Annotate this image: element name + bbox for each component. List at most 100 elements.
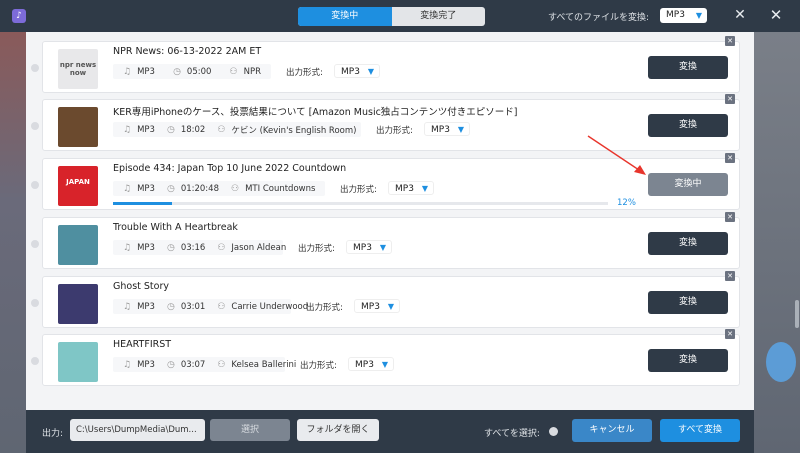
item-artist: MTI Countdowns <box>245 183 316 194</box>
item-select-radio[interactable] <box>31 357 39 365</box>
progress-percent: 12% <box>617 198 636 208</box>
item-title: Trouble With A Heartbreak <box>113 222 238 233</box>
item-format: MP3 <box>137 359 155 370</box>
convert-all-format-value: MP3 <box>666 10 685 20</box>
item-format: MP3 <box>137 242 155 253</box>
convert-button[interactable]: 変換 <box>648 291 728 314</box>
convert-button[interactable]: 変換 <box>648 349 728 372</box>
clock-icon: ◷ <box>166 359 175 370</box>
item-duration: 03:07 <box>180 359 206 370</box>
item-meta: ♫ MP3 ◷ 01:20:48 ⚇ MTI Countdowns <box>113 181 325 196</box>
output-path-field[interactable]: C:\Users\DumpMedia\Dum... <box>70 419 205 441</box>
album-art-text: JAPAN <box>66 178 90 186</box>
convert-all-button[interactable]: すべて変換 <box>660 419 740 442</box>
item-title: NPR News: 06-13-2022 2AM ET <box>113 46 262 57</box>
output-format-value: MP3 <box>353 243 372 253</box>
item-artist: Jason Aldean <box>231 242 287 253</box>
album-art <box>58 342 98 382</box>
remove-icon[interactable]: ✕ <box>725 94 735 104</box>
conversion-list: npr news now NPR News: 06-13-2022 2AM ET… <box>26 32 754 410</box>
output-format-select[interactable]: MP3 ▼ <box>346 240 392 254</box>
item-artist: ケビン (Kevin's English Room) <box>231 125 357 136</box>
item-format: MP3 <box>137 124 155 135</box>
output-format-value: MP3 <box>361 302 380 312</box>
remove-icon[interactable]: ✕ <box>725 271 735 281</box>
chevron-down-icon: ▼ <box>387 302 394 311</box>
remove-icon[interactable]: ✕ <box>725 36 735 46</box>
close-icon[interactable]: ✕ <box>730 6 750 24</box>
tab-converting[interactable]: 変換中 <box>298 7 392 26</box>
chevron-down-icon: ▼ <box>367 67 374 76</box>
output-format-label: 出力形式: <box>286 68 323 78</box>
chevron-down-icon: ▼ <box>457 125 464 134</box>
cancel-button[interactable]: キャンセル <box>572 419 652 442</box>
output-format-select[interactable]: MP3 ▼ <box>348 357 394 371</box>
output-format-label: 出力形式: <box>298 244 335 254</box>
person-icon: ⚇ <box>217 359 226 370</box>
album-art-text: npr news now <box>59 61 97 77</box>
clock-icon: ◷ <box>173 66 181 77</box>
remove-icon[interactable]: ✕ <box>725 153 735 163</box>
convert-button[interactable]: 変換中 <box>648 173 728 196</box>
open-folder-button[interactable]: フォルダを開く <box>297 419 379 441</box>
remove-icon[interactable]: ✕ <box>725 212 735 222</box>
select-folder-button[interactable]: 選択 <box>210 419 290 441</box>
clock-icon: ◷ <box>166 242 175 253</box>
item-select-radio[interactable] <box>31 64 39 72</box>
item-title: Episode 434: Japan Top 10 June 2022 Coun… <box>113 163 347 174</box>
item-format: MP3 <box>137 183 155 194</box>
background-right <box>754 32 800 453</box>
output-format-select[interactable]: MP3 ▼ <box>334 64 380 78</box>
convert-button[interactable]: 変換 <box>648 232 728 255</box>
background-left <box>0 32 26 453</box>
output-format-value: MP3 <box>395 184 414 194</box>
tab-converted[interactable]: 変換完了 <box>392 7 486 26</box>
album-art <box>58 225 98 265</box>
remove-icon[interactable]: ✕ <box>725 329 735 339</box>
person-icon: ⚇ <box>231 183 240 194</box>
output-format-value: MP3 <box>431 125 450 135</box>
progress-fill <box>113 202 173 205</box>
item-select-radio[interactable] <box>31 299 39 307</box>
music-note-icon: ♫ <box>123 301 132 312</box>
person-icon: ⚇ <box>217 301 226 312</box>
item-title: HEARTFIRST <box>113 339 172 350</box>
title-bar: ♪ 変換中 変換完了 すべてのファイルを変換: MP3 ▼ ✕ ✕ <box>0 0 800 32</box>
clock-icon: ◷ <box>166 301 175 312</box>
progress-bar <box>113 202 608 205</box>
select-all-radio[interactable] <box>549 427 558 436</box>
list-item: Trouble With A Heartbreak ♫ MP3 ◷ 03:16 … <box>31 212 740 269</box>
item-select-radio[interactable] <box>31 181 39 189</box>
window-close-button[interactable]: ✕ <box>766 6 786 24</box>
list-item: KER専用iPhoneのケース、投票結果について [Amazon Music独占… <box>31 94 740 151</box>
item-duration: 18:02 <box>180 124 206 135</box>
item-select-radio[interactable] <box>31 122 39 130</box>
output-format-label: 出力形式: <box>306 303 343 313</box>
music-note-icon: ♫ <box>123 359 132 370</box>
output-format-select[interactable]: MP3 ▼ <box>354 299 400 313</box>
convert-all-format-select[interactable]: MP3 ▼ <box>660 8 707 23</box>
item-select-radio[interactable] <box>31 240 39 248</box>
item-duration: 03:01 <box>180 301 206 312</box>
music-note-icon: ♫ <box>123 242 132 253</box>
convert-button[interactable]: 変換 <box>648 114 728 137</box>
output-path-label: 出力: <box>42 429 64 439</box>
convert-button[interactable]: 変換 <box>648 56 728 79</box>
scrollbar[interactable] <box>795 300 799 328</box>
item-artist: Kelsea Ballerini <box>231 359 297 370</box>
output-format-label: 出力形式: <box>376 126 413 136</box>
chevron-down-icon: ▼ <box>695 11 702 20</box>
item-duration: 05:00 <box>186 66 212 77</box>
item-meta: ♫ MP3 ◷ 05:00 ⚇ NPR <box>113 64 271 79</box>
item-format: MP3 <box>137 301 155 312</box>
output-format-label: 出力形式: <box>300 361 337 371</box>
item-title: Ghost Story <box>113 281 169 292</box>
list-item: HEARTFIRST ♫ MP3 ◷ 03:07 ⚇ Kelsea Baller… <box>31 329 740 386</box>
item-duration: 03:16 <box>180 242 206 253</box>
album-art: JAPAN <box>58 166 98 206</box>
output-format-select[interactable]: MP3 ▼ <box>424 122 470 136</box>
output-format-select[interactable]: MP3 ▼ <box>388 181 434 195</box>
chevron-down-icon: ▼ <box>381 360 388 369</box>
music-note-icon: ♫ <box>123 66 132 77</box>
select-all-label: すべてを選択: <box>484 429 540 439</box>
